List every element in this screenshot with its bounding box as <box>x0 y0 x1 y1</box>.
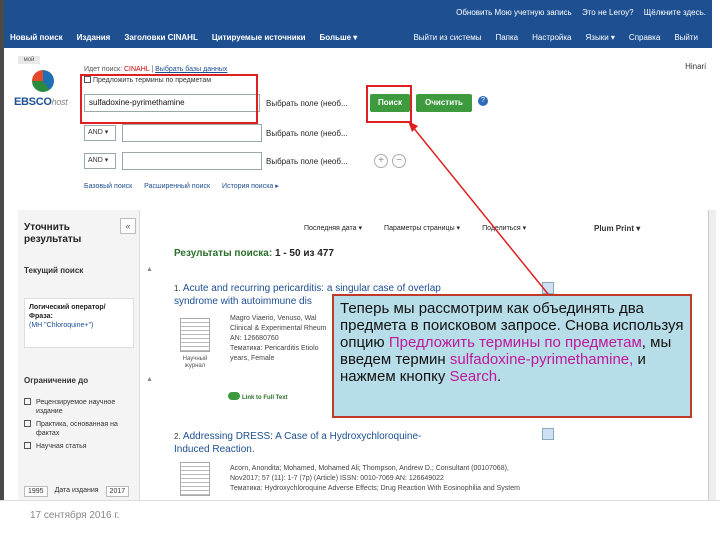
search-mode-links: Базовый поиск Расширенный поиск История … <box>84 182 289 190</box>
ebsco-logo-icon <box>32 70 54 92</box>
publication-date-range: 1995 Дата издания 2017 <box>24 486 133 497</box>
search-history-link[interactable]: История поиска ▸ <box>222 183 279 190</box>
callout-highlight-term: sulfadoxine-pyrimethamine, <box>449 351 634 368</box>
result-1-meta: Magro Viaerio, Venuso, Wal Clinical & Ex… <box>230 315 327 362</box>
add-to-folder-icon[interactable] <box>542 282 554 294</box>
limit-to-heading: Ограничение до <box>24 376 89 385</box>
chevron-up-icon[interactable]: ▲ <box>146 376 153 383</box>
limit-peer-reviewed[interactable]: Рецензируемое научное издание <box>24 398 132 416</box>
menu-new-search[interactable]: Новый поиск <box>10 33 63 42</box>
search-row-2: AND ▾ <box>84 124 262 142</box>
my-label: мой <box>18 56 40 64</box>
top-navigation: Обновить Мою учетную запись Это не Leroy… <box>4 0 712 48</box>
not-user-link[interactable]: Это не Leroy? <box>582 8 634 17</box>
highlight-search-button <box>366 85 412 123</box>
result-2-title[interactable]: 2. Addressing DRESS: A Case of a Hydroxy… <box>174 430 421 456</box>
field-select-3[interactable]: Выбрать поле (необ... <box>266 154 366 170</box>
search-input-3[interactable] <box>122 152 262 170</box>
menu-languages[interactable]: Языки ▾ <box>586 33 615 42</box>
checkbox[interactable] <box>24 442 31 449</box>
share-dropdown[interactable]: Поделиться ▾ <box>482 224 526 232</box>
menu-folder[interactable]: Папка <box>495 33 518 42</box>
click-here-link[interactable]: Щёлкните здесь. <box>644 8 706 17</box>
database-line: Идет поиск: CINAHL | Выбрать базы данных <box>84 66 228 73</box>
instruction-callout: Теперь мы рассмотрим как объединять два … <box>332 294 692 418</box>
main-menu: Новый поиск Издания Заголовки CINAHL Цит… <box>10 30 712 44</box>
help-icon[interactable]: ? <box>478 96 488 106</box>
hinari-label: Hinari <box>685 62 706 71</box>
bool-operator-2[interactable]: AND ▾ <box>84 153 116 169</box>
menu-more[interactable]: Больше ▾ <box>320 33 358 42</box>
menu-publications[interactable]: Издания <box>77 33 111 42</box>
link-to-full-text[interactable]: Link to Full Text <box>228 392 288 401</box>
menu-exit[interactable]: Выйти <box>674 33 698 42</box>
year-from-input[interactable]: 1995 <box>24 486 48 497</box>
document-thumbnail-icon[interactable] <box>180 318 210 352</box>
choose-databases-link[interactable]: Выбрать базы данных <box>155 66 227 73</box>
collapse-panel-icon[interactable]: « <box>120 218 136 234</box>
add-to-folder-icon[interactable] <box>542 428 554 440</box>
current-search-box: Логический оператор/Фраза: (MH "Chloroqu… <box>24 298 134 348</box>
field-select-1[interactable]: Выбрать поле (необ... <box>266 96 366 112</box>
callout-highlight-suggest: Предложить термины по предметам <box>388 334 642 351</box>
account-links: Обновить Мою учетную запись Это не Leroy… <box>448 8 706 17</box>
menu-sign-out[interactable]: Выйти из системы <box>413 33 481 42</box>
limit-research-article[interactable]: Научная статья <box>24 442 132 451</box>
publication-date-label: Дата издания <box>54 487 99 494</box>
menu-preferences[interactable]: Настройка <box>532 33 571 42</box>
limit-evidence-based[interactable]: Практика, основанная на фактах <box>24 420 132 438</box>
logic-label: Логический оператор/Фраза: <box>29 304 106 320</box>
basic-search-link[interactable]: Базовый поиск <box>84 183 132 190</box>
logo-text: EBSCOhost <box>14 96 68 108</box>
advanced-search-link[interactable]: Расширенный поиск <box>144 183 210 190</box>
current-search-heading: Текущий поиск <box>24 266 84 275</box>
footer-date: 17 сентября 2016 г. <box>30 510 120 521</box>
chevron-up-icon[interactable]: ▲ <box>146 266 153 273</box>
search-row-3: AND ▾ <box>84 152 262 170</box>
add-row-icon[interactable]: + <box>374 154 388 168</box>
menu-right: Выйти из системы Папка Настройка Языки ▾… <box>413 33 712 42</box>
sort-date-dropdown[interactable]: Последняя дата ▾ <box>304 224 362 232</box>
ebsco-logo[interactable]: мой EBSCOhost <box>14 54 76 110</box>
remove-row-icon[interactable]: − <box>392 154 406 168</box>
database-name: CINAHL <box>123 66 150 73</box>
menu-cited-references[interactable]: Цитируемые источники <box>212 33 306 42</box>
results-toolbar: Последняя дата ▾ Параметры страницы ▾ По… <box>304 224 548 232</box>
result-1-doctype: Научный журнал <box>182 356 208 369</box>
clear-button[interactable]: Очистить <box>416 94 472 112</box>
page-options-dropdown[interactable]: Параметры страницы ▾ <box>384 224 460 232</box>
logic-value[interactable]: (MH "Chloroquine+") <box>29 321 129 330</box>
footer-divider <box>0 500 720 501</box>
menu-help[interactable]: Справка <box>629 33 660 42</box>
checkbox[interactable] <box>24 420 31 427</box>
refine-title: Уточнить результаты <box>24 222 82 245</box>
highlight-search-box <box>80 74 258 124</box>
field-select-2[interactable]: Выбрать поле (необ... <box>266 126 366 142</box>
plum-print-dropdown[interactable]: Plum Print ▾ <box>594 224 640 233</box>
document-thumbnail-icon[interactable] <box>180 462 210 496</box>
callout-highlight-search: Search <box>449 368 498 385</box>
year-to-input[interactable]: 2017 <box>105 486 130 497</box>
checkbox[interactable] <box>24 398 31 405</box>
link-icon <box>228 392 240 400</box>
refine-panel: Уточнить результаты « Текущий поиск ▲ Ло… <box>18 210 153 500</box>
search-input-2[interactable] <box>122 124 262 142</box>
result-2-meta: Acorn, Anondita; Mohamed, Mohamed Ali; T… <box>230 465 520 492</box>
bool-operator-1[interactable]: AND ▾ <box>84 125 116 141</box>
menu-cinahl-headings[interactable]: Заголовки CINAHL <box>124 33 198 42</box>
results-header: Результаты поиска: 1 - 50 из 477 <box>174 248 334 259</box>
update-account-link[interactable]: Обновить Мою учетную запись <box>456 8 572 17</box>
scrollbar[interactable] <box>708 210 716 500</box>
results-range: 1 - 50 из 477 <box>274 248 334 259</box>
